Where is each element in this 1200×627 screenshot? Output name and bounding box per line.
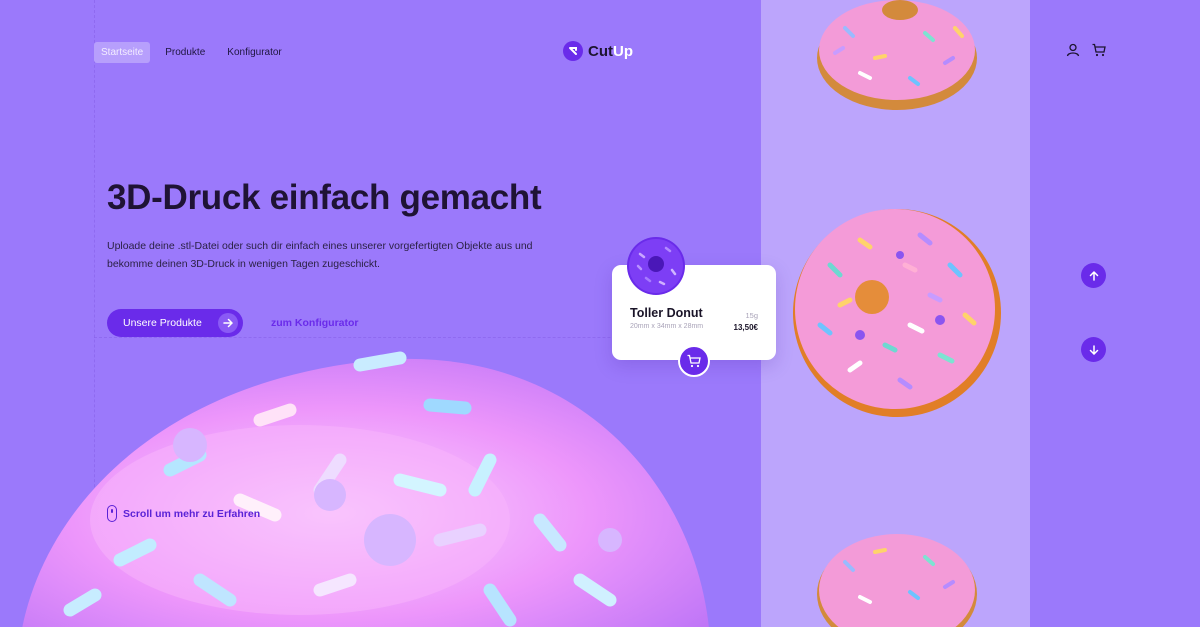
- cart-icon: [687, 354, 701, 368]
- hero-title: 3D-Druck einfach gemacht: [107, 178, 542, 217]
- product-weight: 15g: [745, 311, 758, 320]
- hero-description: Uploade deine .stl-Datei oder such dir e…: [107, 240, 533, 270]
- donut-image-center: [793, 209, 1001, 417]
- showcase-down-button[interactable]: [1081, 337, 1106, 362]
- scroll-hint: Scroll um mehr zu Erfahren: [107, 505, 260, 522]
- donut-image-top: [817, 0, 977, 110]
- arrow-down-icon: [1089, 344, 1098, 355]
- cart-icon[interactable]: [1092, 43, 1106, 57]
- nav-item-konfigurator[interactable]: Konfigurator: [220, 42, 288, 63]
- product-price: 13,50€: [733, 323, 758, 332]
- header-actions: [1066, 43, 1106, 57]
- brand-logo[interactable]: CutUp: [563, 41, 633, 61]
- logo-mark-icon: [563, 41, 583, 61]
- product-dimensions: 20mm x 34mm x 28mm: [630, 323, 704, 330]
- showcase-up-button[interactable]: [1081, 263, 1106, 288]
- add-to-cart-button[interactable]: [678, 345, 710, 377]
- brand-name-part1: Cut: [588, 42, 613, 60]
- nav-item-produkte[interactable]: Produkte: [158, 42, 212, 63]
- nav-item-startseite[interactable]: Startseite: [94, 42, 151, 63]
- main-navigation: Startseite Produkte Konfigurator: [94, 42, 289, 63]
- products-button[interactable]: Unsere Produkte: [107, 309, 243, 337]
- brand-name: CutUp: [588, 43, 633, 60]
- arrow-right-icon: [218, 313, 238, 333]
- mouse-icon: [107, 505, 117, 522]
- hero-donut-image: [22, 351, 709, 627]
- products-button-label: Unsere Produkte: [123, 317, 202, 329]
- product-title: Toller Donut: [630, 306, 703, 320]
- product-thumbnail: [627, 237, 685, 295]
- brand-name-part2: Up: [613, 42, 633, 60]
- arrow-up-icon: [1089, 270, 1098, 281]
- donut-image-bottom: [817, 534, 977, 627]
- user-icon[interactable]: [1066, 43, 1080, 57]
- configurator-link[interactable]: zum Konfigurator: [271, 317, 359, 329]
- scroll-hint-label: Scroll um mehr zu Erfahren: [123, 507, 261, 520]
